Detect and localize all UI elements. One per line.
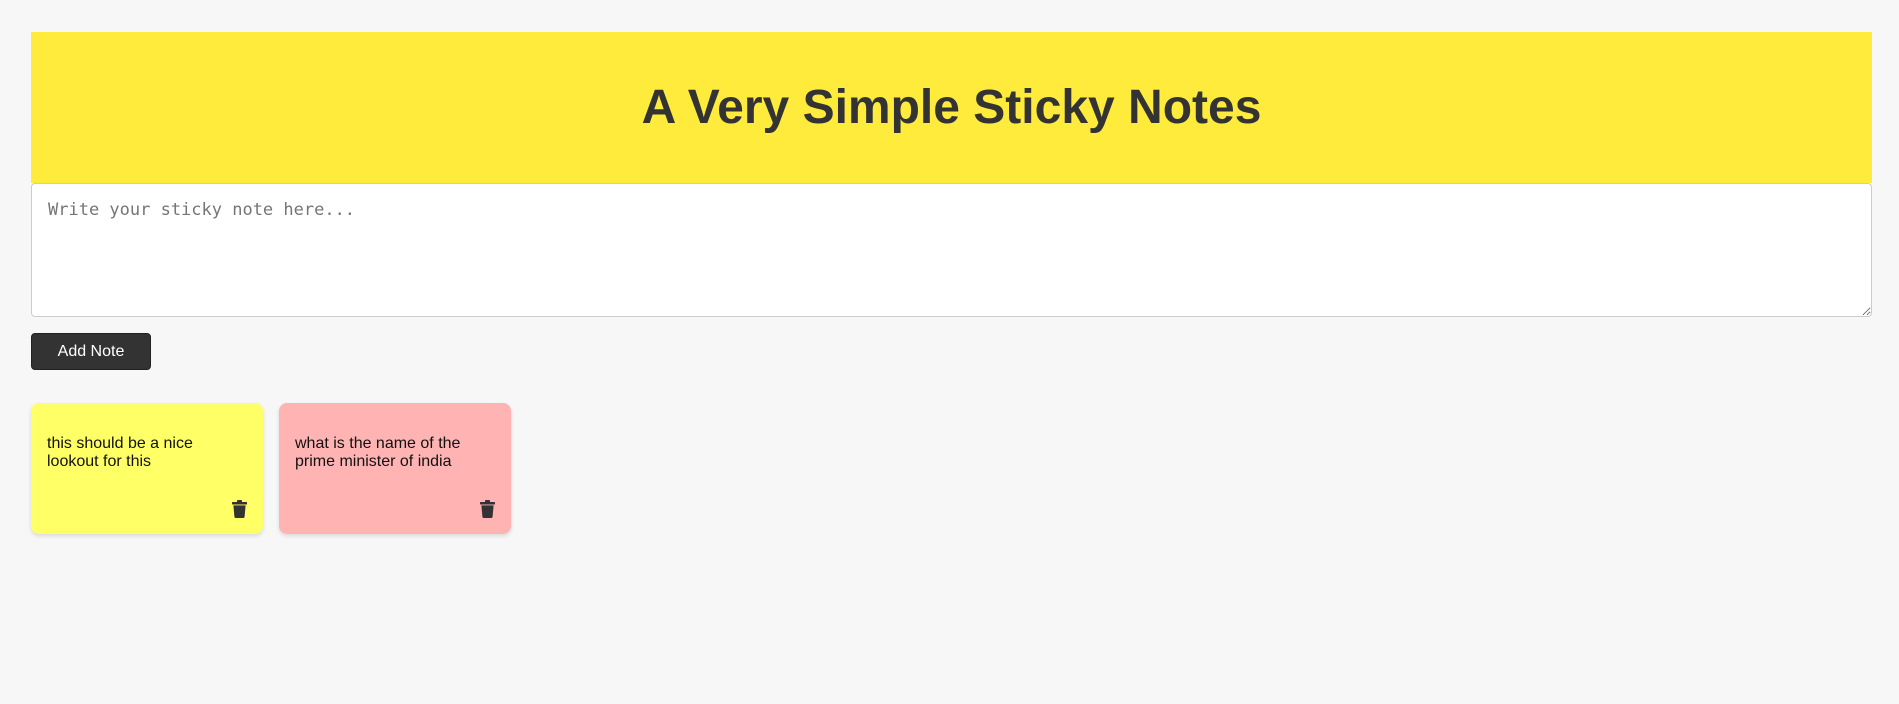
sticky-notes-app: A Very Simple Sticky Notes Add Note this…	[31, 32, 1872, 534]
note-text: what is the name of the prime minister o…	[295, 435, 461, 470]
page-title: A Very Simple Sticky Notes	[641, 81, 1262, 134]
trash-icon	[231, 500, 247, 518]
sticky-note: what is the name of the prime minister o…	[279, 403, 511, 534]
trash-icon	[479, 500, 495, 518]
delete-note-button[interactable]	[477, 498, 497, 520]
note-input[interactable]	[31, 183, 1872, 317]
sticky-note: this should be a nice lookout for this	[31, 403, 263, 534]
note-text: this should be a nice lookout for this	[47, 435, 193, 470]
delete-note-button[interactable]	[229, 498, 249, 520]
header-banner: A Very Simple Sticky Notes	[31, 32, 1872, 183]
notes-list: this should be a nice lookout for this w…	[31, 403, 1872, 534]
add-note-button[interactable]: Add Note	[31, 333, 151, 370]
